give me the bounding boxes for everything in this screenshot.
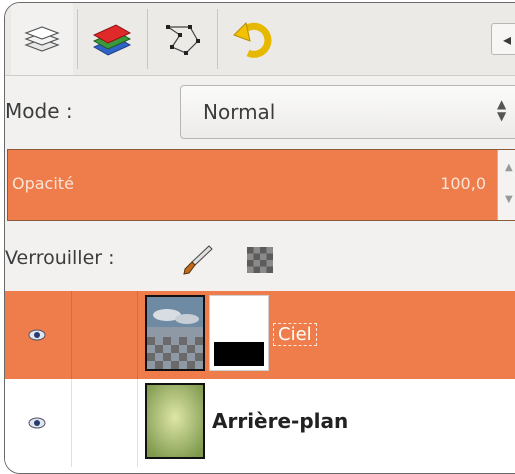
opacity-spinner[interactable]: ▲ ▼	[497, 150, 515, 220]
column-divider	[137, 291, 138, 379]
eye-visibility-icon[interactable]	[27, 415, 47, 431]
opacity-label: Opacité	[12, 174, 74, 193]
tab-undo-history[interactable]	[223, 3, 285, 75]
column-divider	[137, 379, 138, 467]
paths-icon	[166, 25, 200, 55]
dock-tab-bar: ◂	[5, 3, 515, 75]
mode-label: Mode :	[5, 99, 73, 123]
mask-black-area	[214, 342, 264, 366]
column-divider	[71, 291, 72, 379]
layers-dialog: ◂ Mode : Normal ▲ ▼ Opacité 100,0 ▲ ▼ Ver…	[4, 2, 515, 474]
lock-label: Verrouiller :	[5, 247, 115, 269]
mode-value: Normal	[203, 100, 276, 124]
eye-visibility-icon[interactable]	[27, 327, 47, 343]
layer-thumbnail[interactable]	[145, 383, 205, 459]
mode-select[interactable]: Normal ▲ ▼	[180, 85, 515, 139]
lock-alpha-icon[interactable]	[247, 247, 273, 273]
tab-separator	[77, 9, 78, 69]
spin-arrows-icon: ▲ ▼	[497, 97, 507, 123]
layer-thumbnail-image	[147, 385, 203, 457]
layers-icon	[24, 26, 60, 52]
tab-menu-icon: ◂	[502, 29, 512, 49]
lock-pixels-brush-icon[interactable]	[181, 243, 215, 277]
tab-channels[interactable]	[81, 3, 143, 75]
column-divider	[71, 379, 72, 467]
layer-list: Ciel Arrière-plan	[5, 291, 515, 473]
opacity-value: 100,0	[440, 174, 486, 193]
tab-separator	[147, 9, 148, 69]
spin-up-icon: ▲	[505, 162, 513, 173]
opacity-slider[interactable]: Opacité 100,0 ▲ ▼	[7, 149, 515, 221]
layer-row[interactable]: Arrière-plan	[5, 379, 515, 467]
undo-history-icon	[233, 22, 272, 58]
spin-down-icon: ▼	[505, 194, 513, 205]
layer-mask-thumbnail[interactable]	[209, 295, 269, 371]
tab-menu-button[interactable]: ◂	[491, 23, 515, 55]
layer-thumbnail[interactable]	[145, 295, 205, 371]
layer-name[interactable]: Arrière-plan	[212, 409, 348, 433]
tab-paths[interactable]	[153, 3, 215, 75]
layer-name[interactable]: Ciel	[273, 323, 317, 346]
tab-layers[interactable]	[11, 3, 73, 75]
layer-thumbnail-image	[147, 297, 203, 369]
channels-icon	[92, 24, 132, 56]
tab-separator	[217, 9, 218, 69]
tab-bar-divider	[5, 75, 515, 76]
layer-row[interactable]: Ciel	[5, 291, 515, 379]
